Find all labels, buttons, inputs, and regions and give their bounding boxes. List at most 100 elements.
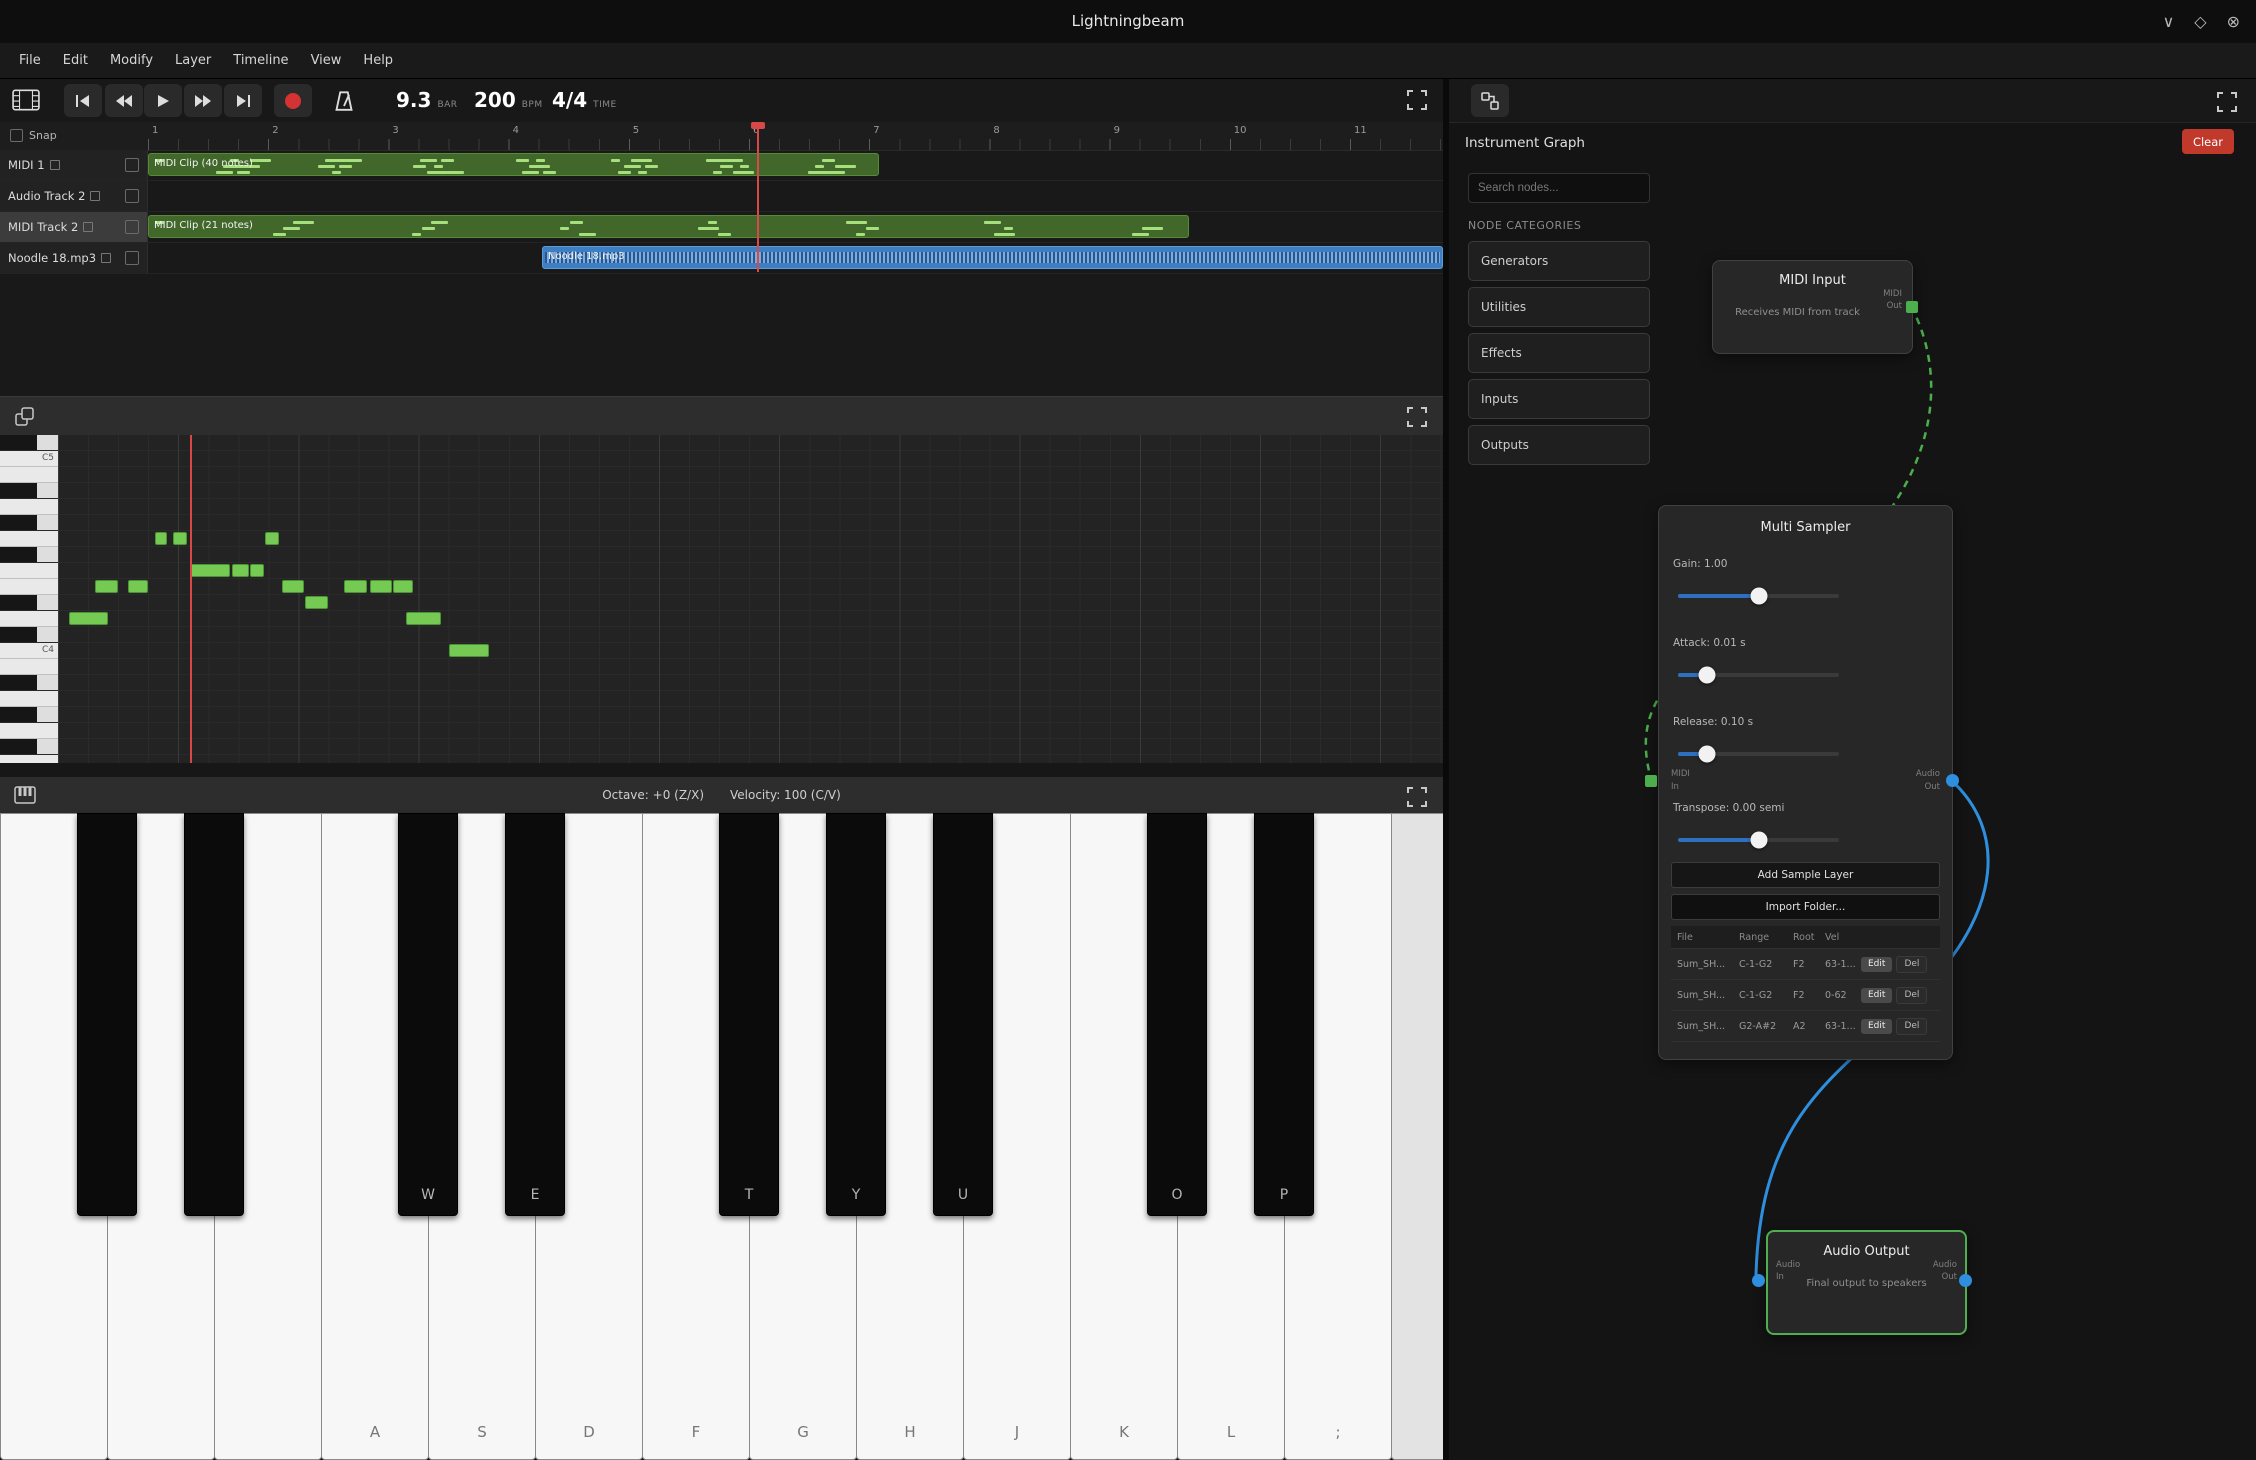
menu-help[interactable]: Help <box>352 53 404 68</box>
midi-note[interactable] <box>344 580 367 593</box>
edit-sample-button[interactable]: Edit <box>1861 1019 1892 1034</box>
midi-note[interactable] <box>69 612 108 625</box>
track-header[interactable]: Audio Track 2 <box>0 181 148 211</box>
black-key[interactable] <box>77 813 137 1216</box>
black-key-row[interactable] <box>0 547 58 563</box>
search-input[interactable] <box>1468 173 1650 203</box>
graph-icon-button[interactable] <box>1471 84 1509 117</box>
white-key-row[interactable] <box>0 563 58 579</box>
close-button[interactable]: ⊗ <box>2227 12 2240 31</box>
param-slider[interactable] <box>1678 594 1839 598</box>
track-lane[interactable]: Noodle 18.mp3 <box>148 243 1443 273</box>
menu-view[interactable]: View <box>300 53 353 68</box>
black-key-o[interactable]: O <box>1147 813 1207 1216</box>
audio-out-port[interactable] <box>1946 774 1959 787</box>
node-audio-output[interactable]: Audio Output Final output to speakers Au… <box>1766 1230 1967 1335</box>
menu-layer[interactable]: Layer <box>164 53 222 68</box>
delete-sample-button[interactable]: Del <box>1896 1018 1927 1035</box>
white-key-row[interactable] <box>0 723 58 739</box>
node-midi-input[interactable]: MIDI Input Receives MIDI from track MIDI… <box>1712 260 1913 354</box>
black-key-e[interactable]: E <box>505 813 565 1216</box>
node-multi-sampler[interactable]: Multi Sampler MIDI In Audio Out Add Samp… <box>1658 505 1953 1060</box>
track-checkbox[interactable] <box>125 189 139 203</box>
white-key-row[interactable] <box>0 499 58 515</box>
black-key-w[interactable]: W <box>398 813 458 1216</box>
black-key-row[interactable] <box>0 595 58 611</box>
black-key-row[interactable] <box>0 675 58 691</box>
timeline-ruler[interactable]: Snap 1234567891011 <box>0 122 1443 151</box>
add-sample-layer-button[interactable]: Add Sample Layer <box>1671 862 1940 888</box>
menu-timeline[interactable]: Timeline <box>222 53 299 68</box>
param-slider[interactable] <box>1678 673 1839 677</box>
play-button[interactable] <box>144 84 182 117</box>
slider-knob[interactable] <box>1750 832 1767 849</box>
rewind-button[interactable] <box>105 84 143 117</box>
audio-out-port[interactable] <box>1959 1274 1972 1287</box>
category-effects[interactable]: Effects <box>1468 333 1650 373</box>
track-header[interactable]: Noodle 18.mp3 <box>0 243 148 273</box>
white-key-row[interactable] <box>0 611 58 627</box>
black-key-row[interactable] <box>0 515 58 531</box>
clear-button[interactable]: Clear <box>2182 129 2234 154</box>
black-key-t[interactable]: T <box>719 813 779 1216</box>
edit-sample-button[interactable]: Edit <box>1861 988 1892 1003</box>
audio-in-port[interactable] <box>1752 1274 1765 1287</box>
black-key-row[interactable] <box>0 739 58 755</box>
track-lane[interactable] <box>148 181 1443 211</box>
black-key-row[interactable] <box>0 707 58 723</box>
midi-note[interactable] <box>305 596 328 609</box>
piano-roll-expand-button[interactable] <box>1404 404 1430 430</box>
slider-knob[interactable] <box>1698 667 1715 684</box>
midi-note[interactable] <box>406 612 441 625</box>
piano-roll-grid[interactable] <box>58 435 1443 763</box>
audio-clip[interactable]: Noodle 18.mp3 <box>542 246 1443 269</box>
minimize-button[interactable]: ∨ <box>2163 12 2175 31</box>
white-key[interactable] <box>1391 813 1443 1460</box>
import-folder-button[interactable]: Import Folder... <box>1671 894 1940 920</box>
midi-note[interactable] <box>370 580 392 593</box>
graph-expand-button[interactable] <box>2214 89 2240 115</box>
delete-sample-button[interactable]: Del <box>1896 987 1927 1004</box>
black-key-row[interactable] <box>0 483 58 499</box>
white-key-row[interactable] <box>0 659 58 675</box>
skip-start-button[interactable] <box>64 84 102 117</box>
category-inputs[interactable]: Inputs <box>1468 379 1650 419</box>
midi-clip[interactable]: MIDI Clip (40 notes) <box>148 153 879 176</box>
maximize-button[interactable]: ◇ <box>2194 12 2206 31</box>
delete-sample-button[interactable]: Del <box>1896 956 1927 973</box>
midi-note[interactable] <box>265 532 279 545</box>
white-key-row[interactable]: C5 <box>0 451 58 467</box>
white-key-row[interactable] <box>0 531 58 547</box>
track-lane[interactable]: MIDI Clip (21 notes) <box>148 212 1443 242</box>
param-slider[interactable] <box>1678 752 1839 756</box>
skip-end-button[interactable] <box>224 84 262 117</box>
category-outputs[interactable]: Outputs <box>1468 425 1650 465</box>
snap-control[interactable]: Snap <box>10 129 57 142</box>
keyboard-expand-button[interactable] <box>1404 784 1430 810</box>
midi-note[interactable] <box>155 532 167 545</box>
record-button[interactable] <box>274 84 312 117</box>
black-key-p[interactable]: P <box>1254 813 1314 1216</box>
menu-edit[interactable]: Edit <box>52 53 99 68</box>
fast-forward-button[interactable] <box>184 84 222 117</box>
white-key-row[interactable] <box>0 691 58 707</box>
category-utilities[interactable]: Utilities <box>1468 287 1650 327</box>
track-lane[interactable]: MIDI Clip (40 notes) <box>148 150 1443 180</box>
midi-in-port[interactable] <box>1645 775 1657 787</box>
category-generators[interactable]: Generators <box>1468 241 1650 281</box>
edit-sample-button[interactable]: Edit <box>1861 957 1892 972</box>
param-slider[interactable] <box>1678 838 1839 842</box>
white-key-row[interactable]: C4 <box>0 643 58 659</box>
menu-file[interactable]: File <box>8 53 52 68</box>
midi-note[interactable] <box>173 532 187 545</box>
slider-knob[interactable] <box>1698 746 1715 763</box>
midi-note[interactable] <box>282 580 304 593</box>
white-key-row[interactable] <box>0 579 58 595</box>
snap-checkbox[interactable] <box>10 129 23 142</box>
piano-roll-keybed[interactable]: C5 C4 <box>0 435 58 763</box>
black-key[interactable] <box>184 813 244 1216</box>
white-key-row[interactable] <box>0 467 58 483</box>
metronome-button[interactable] <box>325 84 363 117</box>
midi-note[interactable] <box>232 564 249 577</box>
midi-out-port[interactable] <box>1906 301 1918 313</box>
